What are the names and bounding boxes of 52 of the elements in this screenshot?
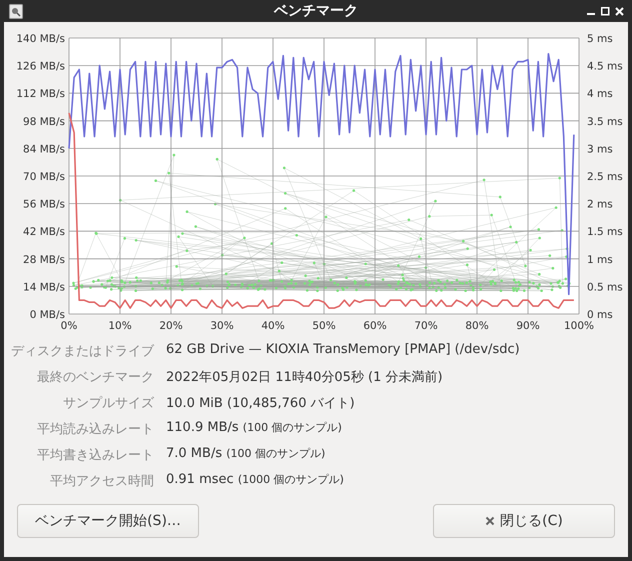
y-axis-label: 28 MB/s: [23, 254, 65, 266]
y-axis-label: 112 MB/s: [16, 88, 65, 100]
y-axis-label: 42 MB/s: [23, 226, 65, 238]
y-axis-label: 5 ms: [587, 33, 613, 45]
y-axis-label: 2.5 ms: [587, 171, 623, 183]
y-axis-label: 4 ms: [587, 88, 613, 100]
maximize-icon[interactable]: [601, 6, 610, 16]
detail-value: 2022年05月02日 11時40分05秒 (1 分未満前): [166, 369, 443, 386]
y-axis-label: 2 ms: [587, 198, 613, 211]
window-title: ベンチマーク: [274, 2, 358, 20]
detail-label: 最終のベンチマーク: [37, 369, 154, 386]
y-axis-label: 126 MB/s: [16, 60, 65, 73]
y-axis-label: 0.5 ms: [587, 281, 623, 294]
detail-label: 平均書き込みレート: [37, 447, 154, 464]
x-axis-label: 100%: [564, 320, 594, 332]
x-axis-label: 70%: [414, 320, 438, 332]
x-axis-label: 30%: [210, 320, 234, 332]
detail-label: ディスクまたはドライブ: [11, 343, 154, 360]
close-button[interactable]: 閉じる(C): [433, 504, 615, 538]
y-axis-label: 1.5 ms: [587, 226, 623, 238]
detail-label: サンプルサイズ: [63, 395, 154, 412]
y-axis-label: 3 ms: [587, 143, 613, 156]
close-icon: [485, 516, 496, 526]
x-axis-label: 50%: [312, 320, 336, 332]
detail-value: 0.91 msec (1000 個のサンプル): [166, 472, 344, 489]
y-axis-label: 14 MB/s: [23, 281, 65, 294]
y-axis-label: 1 ms: [587, 254, 613, 266]
app-icon: [9, 4, 23, 18]
y-axis-label: 70 MB/s: [23, 171, 65, 183]
detail-value: 7.0 MB/s (100 個のサンプル): [166, 446, 326, 463]
x-axis-label: 80%: [465, 320, 489, 332]
detail-value: 110.9 MB/s (100 個のサンプル): [166, 420, 342, 437]
y-axis-label: 3.5 ms: [587, 116, 623, 128]
detail-value: 10.0 MiB (10,485,760 バイト): [166, 395, 355, 412]
x-axis-label: 40%: [261, 320, 285, 332]
x-axis-label: 0%: [60, 320, 78, 332]
x-axis-label: 10%: [108, 320, 132, 332]
x-axis-label: 20%: [159, 320, 183, 332]
start-benchmark-button[interactable]: ベンチマーク開始(S)…: [17, 504, 199, 538]
y-axis-label: 84 MB/s: [23, 143, 65, 156]
detail-label: 平均アクセス時間: [50, 473, 154, 490]
detail-value: 62 GB Drive — KIOXIA TransMemory [PMAP] (/dev/sdc): [166, 342, 520, 359]
y-axis-label: 0 ms: [587, 309, 613, 321]
y-axis-label: 140 MB/s: [16, 33, 65, 45]
close-icon[interactable]: [615, 6, 624, 16]
y-axis-label: 0 MB/s: [30, 309, 65, 321]
x-axis-label: 60%: [363, 320, 387, 332]
y-axis-label: 98 MB/s: [23, 116, 65, 128]
detail-label: 平均読み込みレート: [37, 421, 154, 438]
y-axis-label: 56 MB/s: [23, 198, 65, 211]
x-axis-label: 90%: [516, 320, 540, 332]
y-axis-label: 4.5 ms: [587, 60, 623, 73]
